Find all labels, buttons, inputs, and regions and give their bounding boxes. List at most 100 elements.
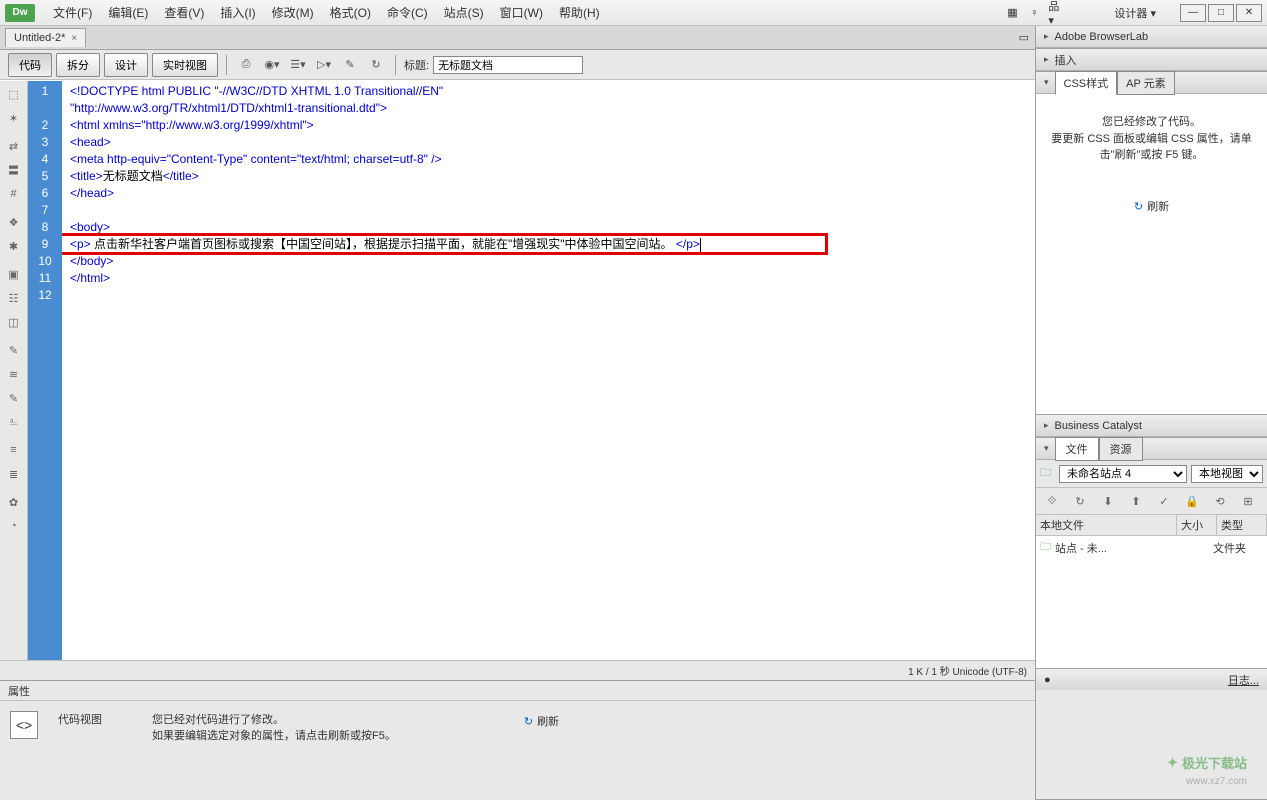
ft-header-type[interactable]: 类型 [1217, 515, 1267, 535]
menu-命令C[interactable]: 命令(C) [379, 0, 436, 25]
insert-panel-header[interactable]: 插入 [1036, 49, 1267, 71]
indent-left-icon[interactable]: ≡ [4, 441, 24, 459]
minimize-button[interactable]: — [1180, 4, 1206, 22]
tab-options-icon[interactable]: ▭ [1019, 31, 1029, 44]
title-label: 标题: [404, 57, 429, 73]
apply-icon[interactable]: ✿ [4, 493, 24, 511]
log-link[interactable]: 日志... [1228, 672, 1259, 688]
view-select[interactable]: 本地视图 [1191, 465, 1263, 483]
ready-icon: ● [1044, 674, 1051, 686]
prop-refresh-button[interactable]: ↻ 刷新 [516, 711, 567, 731]
code-editor: ⬚ ✶ ⇄ 〓 # ❖ ✱ ▣ ☷ ◫ ✎ ≋ ✎ ⎁ ≡ ≣ ✿ ◔ 1234… [0, 80, 1035, 660]
move-icon[interactable]: ⎁ [4, 413, 24, 431]
site-folder-icon: 🗀 [1040, 464, 1051, 483]
code-view-icon: <> [10, 711, 38, 739]
menu-文件F[interactable]: 文件(F) [45, 0, 100, 25]
css-refresh-button[interactable]: ↻ 刷新 [1126, 197, 1177, 218]
refresh-icon[interactable]: ↻ [365, 54, 387, 76]
document-tab[interactable]: Untitled-2* × [5, 28, 86, 47]
ft-header-name[interactable]: 本地文件 [1036, 515, 1177, 535]
file-tab[interactable]: 文件 [1055, 437, 1099, 461]
document-tab-label: Untitled-2* [14, 32, 65, 44]
code-view-button[interactable]: 代码 [8, 53, 52, 77]
put-icon[interactable]: ⬆ [1126, 492, 1146, 510]
comment-icon[interactable]: ✎ [4, 341, 24, 359]
menu-编辑E[interactable]: 编辑(E) [100, 0, 156, 25]
menu-查看V[interactable]: 查看(V) [156, 0, 212, 25]
indent-right-icon[interactable]: ≣ [4, 465, 24, 483]
properties-panel: 属性 <> 代码视图 您已经对代码进行了修改。 如果要编辑选定对象的属性，请点击… [0, 680, 1035, 800]
close-button[interactable]: ✕ [1236, 4, 1262, 22]
expand-icon[interactable]: ⊞ [1238, 492, 1258, 510]
menu-修改M[interactable]: 修改(M) [264, 0, 322, 25]
files-panel-header[interactable]: 文件 资源 [1036, 438, 1267, 460]
css-styles-tab[interactable]: CSS样式 [1055, 71, 1118, 95]
cloud-icon[interactable]: ☰▾ [287, 54, 309, 76]
split-view-button[interactable]: 拆分 [56, 53, 100, 77]
checkout-icon[interactable]: ✓ [1154, 492, 1174, 510]
globe-icon[interactable]: ⎙ [235, 54, 257, 76]
word-wrap-icon[interactable]: ☷ [4, 289, 24, 307]
app-logo: Dw [5, 4, 35, 22]
collapse-icon[interactable]: ✶ [4, 109, 24, 127]
close-tab-icon[interactable]: × [71, 33, 77, 44]
menu-格式O[interactable]: 格式(O) [322, 0, 379, 25]
get-icon[interactable]: ⬇ [1098, 492, 1118, 510]
checkin-icon[interactable]: 🔒 [1182, 492, 1202, 510]
refresh-files-icon[interactable]: ↻ [1070, 492, 1090, 510]
browserlab-panel-header[interactable]: Adobe BrowserLab [1036, 26, 1267, 48]
lines-icon[interactable]: # [4, 185, 24, 203]
bc-panel-header[interactable]: Business Catalyst [1036, 415, 1267, 437]
menu-插入I[interactable]: 插入(I) [212, 0, 263, 25]
properties-header[interactable]: 属性 [0, 681, 1035, 701]
search-icon[interactable]: ♀ [1026, 5, 1042, 21]
snippet-icon[interactable]: ▣ [4, 265, 24, 283]
status-info: 1 K / 1 秒 Unicode (UTF-8) [908, 663, 1027, 678]
site-select[interactable]: 未命名站点 4 [1059, 465, 1187, 483]
file-row-type: 文件夹 [1213, 540, 1263, 556]
code-sidebar: ⬚ ✶ ⇄ 〓 # ❖ ✱ ▣ ☷ ◫ ✎ ≋ ✎ ⎁ ≡ ≣ ✿ ◔ [0, 81, 28, 660]
folder-icon: 🗀 [1040, 538, 1051, 557]
ft-header-size[interactable]: 大小 [1177, 515, 1217, 535]
connect-icon[interactable]: ⟐ [1042, 492, 1062, 510]
document-tab-bar: Untitled-2* × ▭ [0, 26, 1035, 50]
browser-icon[interactable]: ◉▾ [261, 54, 283, 76]
design-view-button[interactable]: 设计 [104, 53, 148, 77]
css-panel-header[interactable]: CSS样式 AP 元素 [1036, 72, 1267, 94]
menu-帮助H[interactable]: 帮助(H) [551, 0, 608, 25]
css-msg-1: 您已经修改了代码。 [1050, 114, 1253, 131]
file-row-name: 站点 - 未... [1055, 540, 1173, 556]
menu-窗口W[interactable]: 窗口(W) [492, 0, 551, 25]
open-docs-icon[interactable]: ⬚ [4, 85, 24, 103]
title-input[interactable] [433, 56, 583, 74]
code-view-label: 代码视图 [58, 711, 102, 727]
file-row[interactable]: 🗀 站点 - 未... 文件夹 [1036, 536, 1267, 559]
prop-msg-1: 您已经对代码进行了修改。 [152, 711, 396, 727]
layout-icon[interactable]: ▦ [1004, 5, 1020, 21]
right-panel-group: Adobe BrowserLab 插入 CSS样式 AP 元素 您已经修改了代码… [1035, 26, 1267, 800]
menu-站点S[interactable]: 站点(S) [436, 0, 492, 25]
balance-icon[interactable]: 〓 [4, 161, 24, 179]
highlight-icon[interactable]: ❖ [4, 213, 24, 231]
workspace-switcher[interactable]: 设计器 ▾ [1106, 3, 1164, 23]
tool-icon[interactable]: 品▾ [1048, 5, 1064, 21]
ap-elements-tab[interactable]: AP 元素 [1117, 71, 1175, 95]
check-icon[interactable]: ▷▾ [313, 54, 335, 76]
indent-icon[interactable]: ◫ [4, 313, 24, 331]
tag-selector-bar: 1 K / 1 秒 Unicode (UTF-8) [0, 660, 1035, 680]
select-parent-icon[interactable]: ⇄ [4, 137, 24, 155]
options-icon[interactable]: ✎ [339, 54, 361, 76]
format-icon[interactable]: ≋ [4, 365, 24, 383]
line-gutter: 123456789101112 [28, 81, 62, 660]
prop-msg-2: 如果要编辑选定对象的属性，请点击刷新或按F5。 [152, 727, 396, 743]
syntax-icon[interactable]: ✱ [4, 237, 24, 255]
tag-icon[interactable]: ◔ [4, 517, 24, 535]
file-tree[interactable]: 本地文件 大小 类型 🗀 站点 - 未... 文件夹 [1036, 515, 1267, 668]
code-textarea[interactable]: <!DOCTYPE html PUBLIC "-//W3C//DTD XHTML… [62, 81, 1035, 660]
live-view-button[interactable]: 实时视图 [152, 53, 218, 77]
doc-toolbar: 代码 拆分 设计 实时视图 ⎙ ◉▾ ☰▾ ▷▾ ✎ ↻ 标题: [0, 50, 1035, 80]
maximize-button[interactable]: □ [1208, 4, 1234, 22]
recent-icon[interactable]: ✎ [4, 389, 24, 407]
resource-tab[interactable]: 资源 [1099, 437, 1143, 461]
sync-icon[interactable]: ⟲ [1210, 492, 1230, 510]
